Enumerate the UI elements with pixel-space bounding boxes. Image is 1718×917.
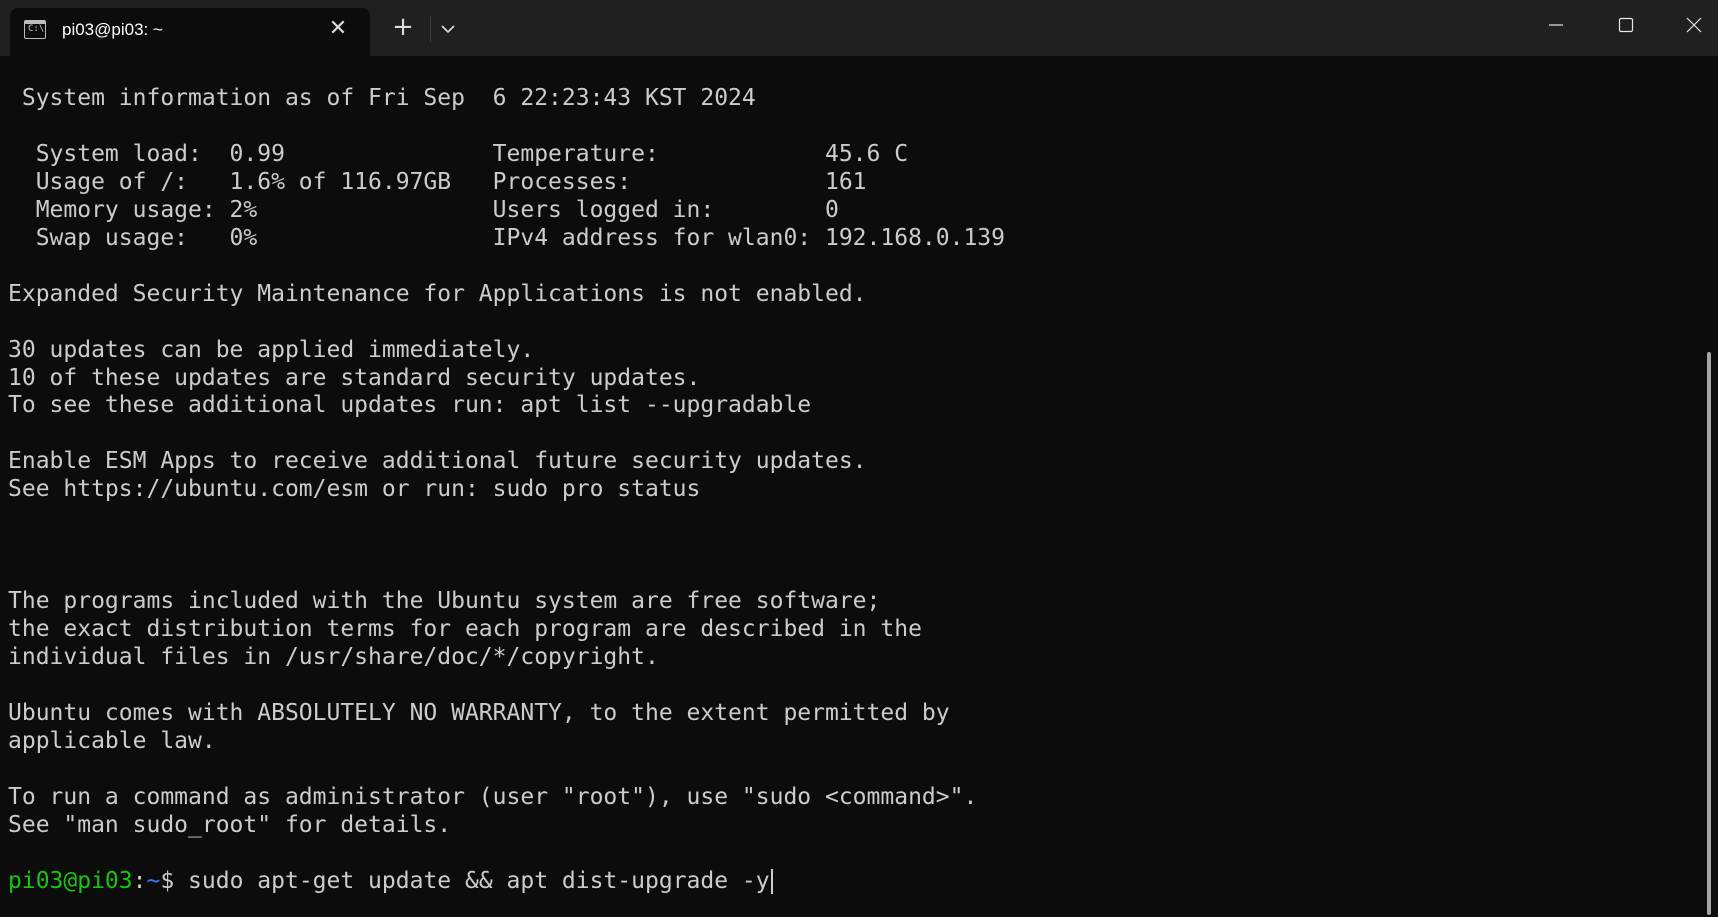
- prompt-command: sudo apt-get update && apt dist-upgrade …: [188, 867, 770, 894]
- prompt-user-host: pi03@pi03: [8, 867, 133, 894]
- text-cursor: [770, 868, 773, 894]
- prompt-separator: :: [132, 867, 147, 894]
- terminal-line: See https://ubuntu.com/esm or run: sudo …: [8, 476, 701, 503]
- terminal-line: System information as of Fri Sep 6 22:23…: [8, 85, 756, 111]
- terminal-line: The programs included with the Ubuntu sy…: [8, 588, 881, 615]
- terminal-line: Expanded Security Maintenance for Applic…: [8, 280, 867, 307]
- tab-title: pi03@pi03: ~: [62, 20, 163, 39]
- close-window-button[interactable]: [1658, 0, 1718, 48]
- terminal-line: 30 updates can be applied immediately.: [8, 336, 535, 363]
- terminal-line: Memory usage: 2% Users logged in: 0: [8, 196, 839, 223]
- terminal-line: See "man sudo_root" for details.: [8, 811, 452, 838]
- terminal-line: System load: 0.99 Temperature: 45.6 C: [8, 140, 909, 167]
- terminal-icon: C:\: [24, 20, 46, 39]
- prompt-path: ~: [146, 867, 161, 894]
- terminal-window: C:\ pi03@pi03: ~ ✕ + System information …: [0, 0, 1718, 917]
- maximize-icon: [1618, 17, 1634, 33]
- terminal-line: To see these additional updates run: apt…: [8, 392, 812, 419]
- terminal-output[interactable]: System information as of Fri Sep 6 22:23…: [0, 56, 1700, 917]
- prompt-symbol: $: [160, 867, 189, 894]
- close-tab-icon[interactable]: ✕: [324, 16, 352, 44]
- tab-divider: [430, 16, 431, 42]
- terminal-line: the exact distribution terms for each pr…: [8, 616, 922, 643]
- terminal-icon-glyph: C:\: [28, 24, 45, 34]
- maximize-button[interactable]: [1590, 0, 1660, 48]
- minimize-icon: [1549, 24, 1563, 26]
- new-tab-button[interactable]: +: [386, 12, 420, 46]
- tab-terminal[interactable]: C:\ pi03@pi03: ~ ✕: [10, 8, 370, 56]
- scrollbar[interactable]: [1707, 352, 1711, 915]
- terminal-lines: System information as of Fri Sep 6 22:23…: [8, 85, 1005, 896]
- terminal-line: Swap usage: 0% IPv4 address for wlan0: 1…: [8, 224, 1005, 251]
- terminal-line: applicable law.: [8, 727, 216, 754]
- chevron-down-icon[interactable]: [436, 14, 460, 44]
- minimize-button[interactable]: [1520, 0, 1590, 48]
- terminal-line: To run a command as administrator (user …: [8, 783, 978, 810]
- close-icon: [1686, 17, 1702, 33]
- terminal-line: Enable ESM Apps to receive additional fu…: [8, 448, 867, 475]
- terminal-line: individual files in /usr/share/doc/*/cop…: [8, 644, 659, 671]
- terminal-line: 10 of these updates are standard securit…: [8, 364, 701, 391]
- prompt-line[interactable]: pi03@pi03:~$ sudo apt-get update && apt …: [8, 868, 1005, 896]
- terminal-line: Usage of /: 1.6% of 116.97GB Processes: …: [8, 168, 867, 195]
- title-bar[interactable]: C:\ pi03@pi03: ~ ✕ +: [0, 0, 1718, 56]
- terminal-line: Ubuntu comes with ABSOLUTELY NO WARRANTY…: [8, 699, 950, 726]
